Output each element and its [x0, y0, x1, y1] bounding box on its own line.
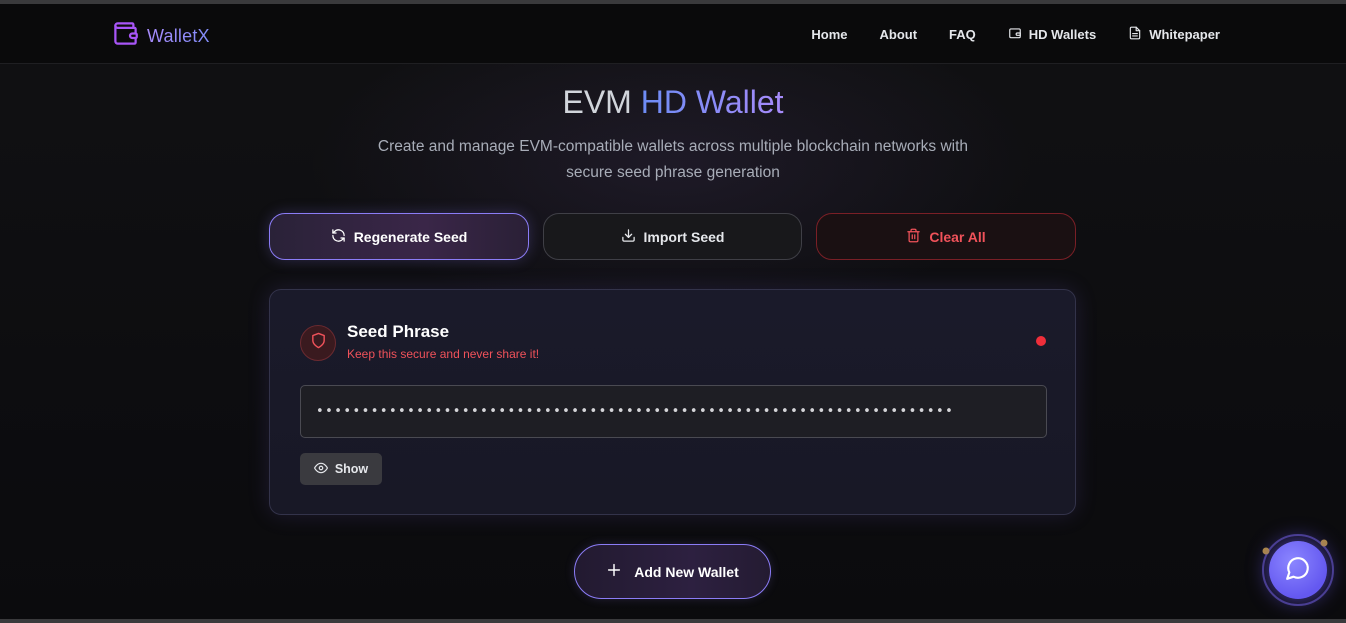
page-subtitle: Create and manage EVM-compatible wallets…	[377, 138, 969, 181]
plus-icon	[606, 562, 622, 581]
nav-link-faq[interactable]: FAQ	[949, 27, 976, 42]
shield-badge	[300, 325, 336, 361]
regenerate-seed-label: Regenerate Seed	[353, 228, 468, 245]
nav-link-label: HD Wallets	[1028, 27, 1097, 42]
clear-all-button[interactable]: Clear All	[816, 213, 1076, 260]
document-icon	[1128, 26, 1142, 43]
nav-link-label: About	[879, 27, 918, 42]
seed-phrase-card: Seed Phrase Keep this secure and never s…	[269, 289, 1076, 515]
show-seed-button[interactable]: Show	[300, 453, 382, 485]
import-seed-label: Import Seed	[643, 228, 725, 245]
nav-link-about[interactable]: About	[880, 27, 918, 42]
chat-button[interactable]	[1269, 541, 1327, 599]
wallet-icon	[1008, 26, 1022, 43]
top-navbar: WalletX Home About FAQ HD Wallets Whitep…	[0, 4, 1346, 64]
title-highlight: HD Wallet	[640, 84, 784, 120]
trash-icon	[906, 228, 921, 246]
seed-phrase-warning: Keep this secure and never share it!	[347, 347, 540, 361]
regenerate-seed-button[interactable]: Regenerate Seed	[269, 213, 529, 260]
brand-logo[interactable]: WalletX	[112, 20, 210, 52]
nav-links: Home About FAQ HD Wallets Whitepaper	[811, 26, 1220, 43]
seed-phrase-title: Seed Phrase	[347, 322, 450, 341]
nav-link-hd-wallets[interactable]: HD Wallets	[1008, 26, 1096, 43]
nav-link-label: FAQ	[949, 27, 976, 42]
sparkle-icon	[1262, 547, 1270, 555]
refresh-icon	[331, 228, 346, 246]
nav-link-whitepaper[interactable]: Whitepaper	[1128, 26, 1220, 43]
download-icon	[621, 228, 636, 246]
seed-phrase-field[interactable]: ••••••••••••••••••••••••••••••••••••••••…	[300, 385, 1047, 438]
import-seed-button[interactable]: Import Seed	[543, 213, 802, 260]
nav-link-home[interactable]: Home	[811, 27, 847, 42]
page-title: EVM HD Wallet	[0, 84, 1346, 121]
sparkle-icon	[1320, 539, 1328, 547]
nav-link-label: Whitepaper	[1149, 27, 1220, 42]
title-prefix: EVM	[562, 84, 641, 120]
app-frame: WalletX Home About FAQ HD Wallets Whitep…	[0, 0, 1346, 623]
add-new-wallet-button[interactable]: Add New Wallet	[574, 544, 771, 599]
show-seed-label: Show	[334, 462, 369, 476]
add-new-wallet-label: Add New Wallet	[634, 563, 739, 580]
eye-icon	[313, 461, 328, 478]
shield-icon	[310, 332, 327, 354]
status-dot	[1036, 336, 1046, 346]
wallet-logo-icon	[112, 20, 139, 52]
bottom-border	[0, 619, 1346, 623]
nav-link-label: Home	[811, 27, 848, 42]
brand-name: WalletX	[147, 25, 210, 46]
clear-all-label: Clear All	[929, 228, 986, 245]
chat-bubble-icon	[1285, 555, 1311, 586]
